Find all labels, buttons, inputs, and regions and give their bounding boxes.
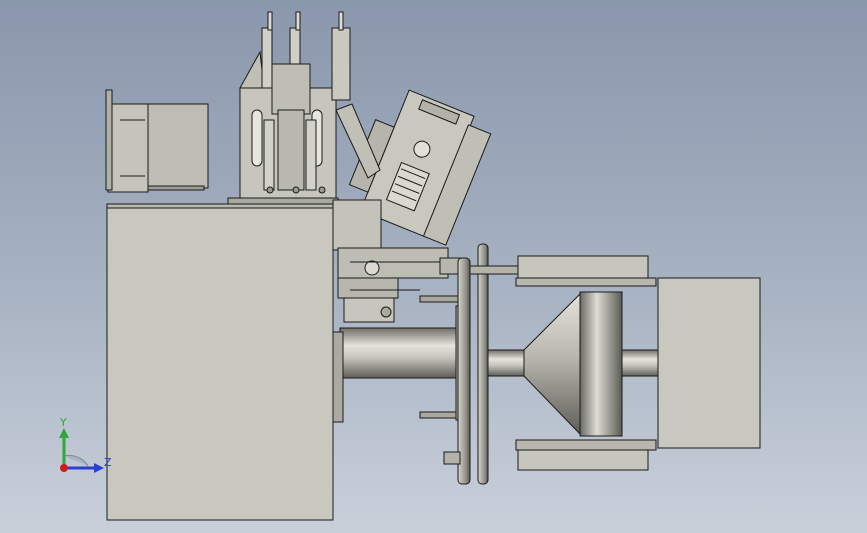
cone-body <box>523 292 581 436</box>
main-cabinet <box>106 205 334 521</box>
end-block <box>657 277 761 449</box>
y-axis-label: Y <box>59 416 67 429</box>
motor-body <box>147 103 209 189</box>
motor-housing <box>107 103 149 193</box>
motor-bracket <box>105 89 113 191</box>
main-shaft-housing <box>339 327 461 379</box>
origin-icon <box>60 464 68 472</box>
mechanism-plate <box>332 199 382 251</box>
upper-rail <box>517 255 649 279</box>
z-arrow-icon <box>94 463 104 473</box>
lower-rail <box>517 449 649 471</box>
cad-viewport[interactable]: Y Z <box>0 0 867 533</box>
flange-disk-2 <box>477 243 489 485</box>
axis-triad: Y Z <box>59 416 112 473</box>
machine-model[interactable] <box>0 0 867 533</box>
triad-arc-icon <box>63 454 89 467</box>
cabinet-top-ledge <box>106 203 340 209</box>
z-axis-label: Z <box>104 456 112 469</box>
y-arrow-icon <box>59 428 69 438</box>
drum <box>579 291 623 437</box>
flange-disk-1 <box>457 257 471 485</box>
